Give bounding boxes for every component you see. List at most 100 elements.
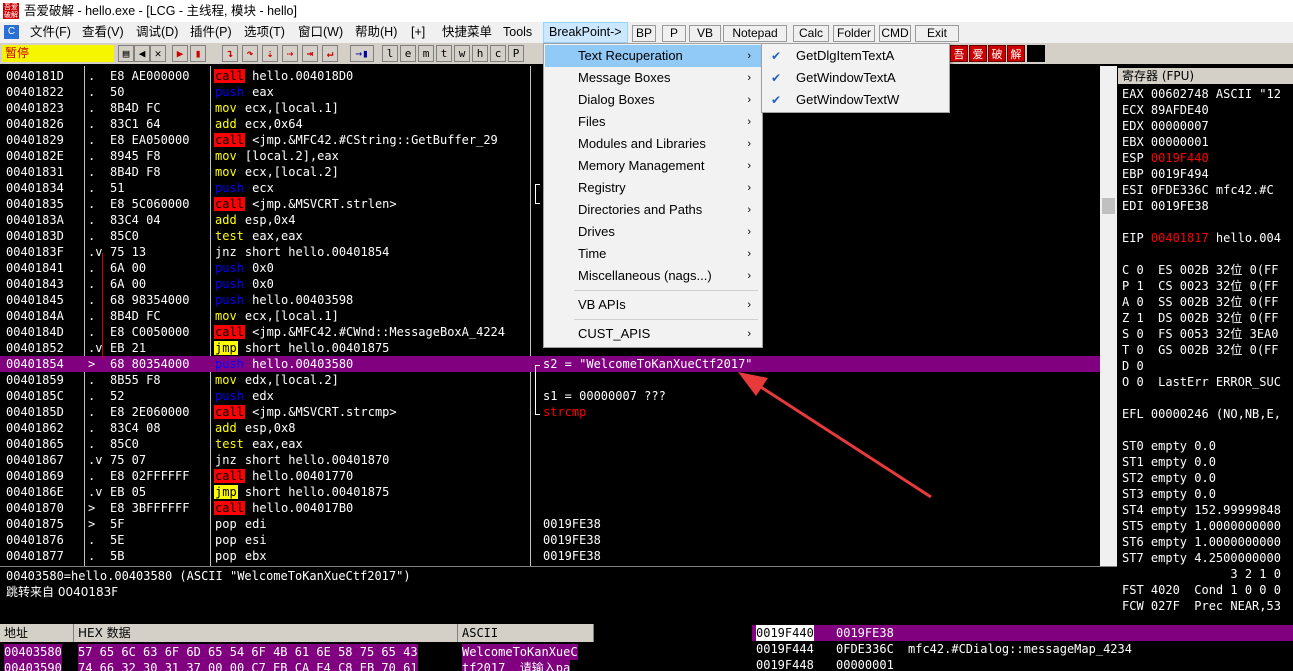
menu-item[interactable]: Memory Management › — [545, 155, 761, 177]
go-to-icon[interactable]: ↵ — [322, 45, 338, 62]
plugin-button[interactable]: Exit — [915, 25, 959, 42]
rewind-icon[interactable]: ◀ — [134, 45, 150, 62]
menu-item[interactable]: Modules and Libraries › — [545, 133, 761, 155]
menu-item[interactable]: Drives › — [545, 221, 761, 243]
register-row[interactable]: EFL 00000246 (NO,NB,E, — [1122, 406, 1281, 422]
menu-item[interactable]: Miscellaneous (nags...) › — [545, 265, 761, 287]
menu-item[interactable]: CUST_APIS › — [545, 323, 761, 345]
menu-item[interactable]: BreakPoint-> — [543, 22, 628, 43]
goto-address-icon[interactable]: →▮ — [350, 45, 374, 62]
table-row[interactable]: 00401869. E8 02FFFFFF call hello.00401770 — [0, 468, 1100, 484]
table-row[interactable]: 00401854 >68 80354000 push hello.00403580 s… — [0, 356, 1100, 372]
menu-item[interactable]: Tools — [503, 22, 532, 43]
stack-row[interactable]: 0019F448 00000001 — [752, 657, 1293, 671]
menu-item[interactable]: [+] — [411, 22, 425, 43]
table-row[interactable]: 0040186E .v EB 05 jmp short hello.00401875 — [0, 484, 1100, 500]
menu-item[interactable]: 快捷菜单 — [442, 22, 492, 43]
table-row[interactable]: 00401877. 5B pop ebx 0019FE38 — [0, 548, 1100, 564]
register-row[interactable]: ST4 empty 152.99999848 — [1122, 502, 1281, 518]
register-row[interactable]: ESP 0019F440 — [1122, 150, 1209, 166]
register-row[interactable]: ST0 empty 0.0 — [1122, 438, 1216, 454]
dump-hex[interactable]: 74 66 32 30 31 37 00 00 C7 EB CA E4 C8 E… — [78, 660, 418, 671]
trace-into-icon[interactable]: ⇣ — [262, 45, 278, 62]
dump-address[interactable]: 00403590 — [4, 660, 62, 671]
menu-item[interactable]: Directories and Paths › — [545, 199, 761, 221]
plugin-button[interactable]: BP — [632, 25, 656, 42]
window-shortcut-button[interactable]: w — [454, 45, 470, 62]
register-row[interactable]: EDI 0019FE38 — [1122, 198, 1209, 214]
dump-address[interactable]: 00403580 — [4, 644, 62, 660]
register-row[interactable]: ST3 empty 0.0 — [1122, 486, 1216, 502]
menu-item[interactable]: 文件(F) — [30, 22, 71, 43]
table-row[interactable]: 00401876. 5E pop esi 0019FE38 — [0, 532, 1100, 548]
register-row[interactable]: EBX 00000001 — [1122, 134, 1209, 150]
stack-row[interactable]: 0019F444 0FDE336C mfc42.#CDialog::messageM… — [752, 641, 1293, 657]
menu-item[interactable]: Text Recuperation › — [545, 45, 761, 67]
register-row[interactable]: ST2 empty 0.0 — [1122, 470, 1216, 486]
menu-item[interactable]: 帮助(H) — [355, 22, 397, 43]
register-row[interactable]: T 0 GS 002B 32位 0(FF — [1122, 342, 1279, 358]
menu-item[interactable]: Message Boxes › — [545, 67, 761, 89]
menu-item[interactable]: 选项(T) — [244, 22, 285, 43]
run-icon[interactable]: ▶ — [172, 45, 188, 62]
register-row[interactable]: ST5 empty 1.0000000000 — [1122, 518, 1281, 534]
register-row[interactable]: EIP 00401817 hello.004 — [1122, 230, 1281, 246]
register-row[interactable]: 3 2 1 0 — [1122, 566, 1281, 582]
menu-item[interactable]: Files › — [545, 111, 761, 133]
step-into-icon[interactable]: ↴ — [222, 45, 238, 62]
submenu-item[interactable]: ✔ GetDlgItemTextA — [763, 45, 948, 67]
register-row[interactable]: O 0 LastErr ERROR_SUC — [1122, 374, 1281, 390]
plugin-button[interactable]: Folder — [833, 25, 875, 42]
crack-button[interactable]: 爱 — [969, 45, 987, 62]
trace-over-icon[interactable]: ⇢ — [282, 45, 298, 62]
dump-ascii[interactable]: WelcomeToKanXueC — [462, 644, 578, 660]
menu-item[interactable]: 窗口(W) — [298, 22, 343, 43]
register-row[interactable]: S 0 FS 0053 32位 3EA0 — [1122, 326, 1279, 342]
table-row[interactable]: 00401867 .v 75 07 jnz short hello.00401870 — [0, 452, 1100, 468]
crack-button[interactable]: 解 — [1007, 45, 1025, 62]
window-shortcut-button[interactable]: c — [490, 45, 506, 62]
disassembly-scrollbar[interactable] — [1100, 66, 1117, 566]
menu-item[interactable]: Time › — [545, 243, 761, 265]
table-row[interactable]: 00401862. 83C4 08 add esp,0x8 — [0, 420, 1100, 436]
menu-item[interactable]: Dialog Boxes › — [545, 89, 761, 111]
menu-item[interactable]: 调试(D) — [136, 22, 178, 43]
open-icon[interactable]: ▤ — [118, 45, 134, 62]
register-row[interactable]: ECX 89AFDE40 — [1122, 102, 1209, 118]
menu-item[interactable]: Registry › — [545, 177, 761, 199]
plugin-button[interactable]: CMD — [879, 25, 911, 42]
window-shortcut-button[interactable]: l — [382, 45, 398, 62]
menu-item[interactable]: 插件(P) — [190, 22, 232, 43]
register-row[interactable]: Z 1 DS 002B 32位 0(FF — [1122, 310, 1279, 326]
window-shortcut-button[interactable]: t — [436, 45, 452, 62]
register-row[interactable]: D 0 — [1122, 358, 1144, 374]
pause-icon[interactable]: ▮ — [190, 45, 206, 62]
table-row[interactable]: 0040185C. 52 push edx s1 = 00000007 ??? — [0, 388, 1100, 404]
plugin-button[interactable]: Notepad — [723, 25, 787, 42]
window-shortcut-button[interactable]: h — [472, 45, 488, 62]
register-row[interactable]: FST 4020 Cond 1 0 0 0 — [1122, 582, 1281, 598]
table-row[interactable]: 00401870 > E8 3BFFFFFF call hello.004017B0 — [0, 500, 1100, 516]
window-shortcut-button[interactable]: m — [418, 45, 434, 62]
register-row[interactable]: C 0 ES 002B 32位 0(FF — [1122, 262, 1279, 278]
register-row[interactable]: FCW 027F Prec NEAR,53 — [1122, 598, 1281, 614]
dump-col-address[interactable]: 地址 — [0, 624, 74, 642]
table-row[interactable]: 00401859. 8B55 F8 mov edx,[local.2] — [0, 372, 1100, 388]
crack-button[interactable]: 吾 — [950, 45, 968, 62]
menu-item[interactable]: 查看(V) — [82, 22, 124, 43]
register-row[interactable]: ST7 empty 4.2500000000 — [1122, 550, 1281, 566]
register-row[interactable]: EDX 00000007 — [1122, 118, 1209, 134]
crack-button[interactable]: 破 — [988, 45, 1006, 62]
table-row[interactable]: 00401875 >5F pop edi 0019FE38 — [0, 516, 1100, 532]
submenu-item[interactable]: ✔ GetWindowTextA — [763, 67, 948, 89]
menu-item[interactable]: VB APIs › — [545, 294, 761, 316]
step-over-icon[interactable]: ↷ — [242, 45, 258, 62]
window-shortcut-button[interactable]: P — [508, 45, 524, 62]
table-row[interactable]: 0040185D. E8 2E060000 call <jmp.&MSVCRT.st… — [0, 404, 1100, 420]
submenu-item[interactable]: ✔ GetWindowTextW — [763, 89, 948, 111]
mdi-window-icon[interactable]: C — [4, 25, 19, 39]
dump-col-ascii[interactable]: ASCII — [458, 624, 594, 642]
register-row[interactable]: P 1 CS 0023 32位 0(FF — [1122, 278, 1279, 294]
dump-col-hex[interactable]: HEX 数据 — [74, 624, 458, 642]
register-row[interactable]: EBP 0019F494 — [1122, 166, 1209, 182]
